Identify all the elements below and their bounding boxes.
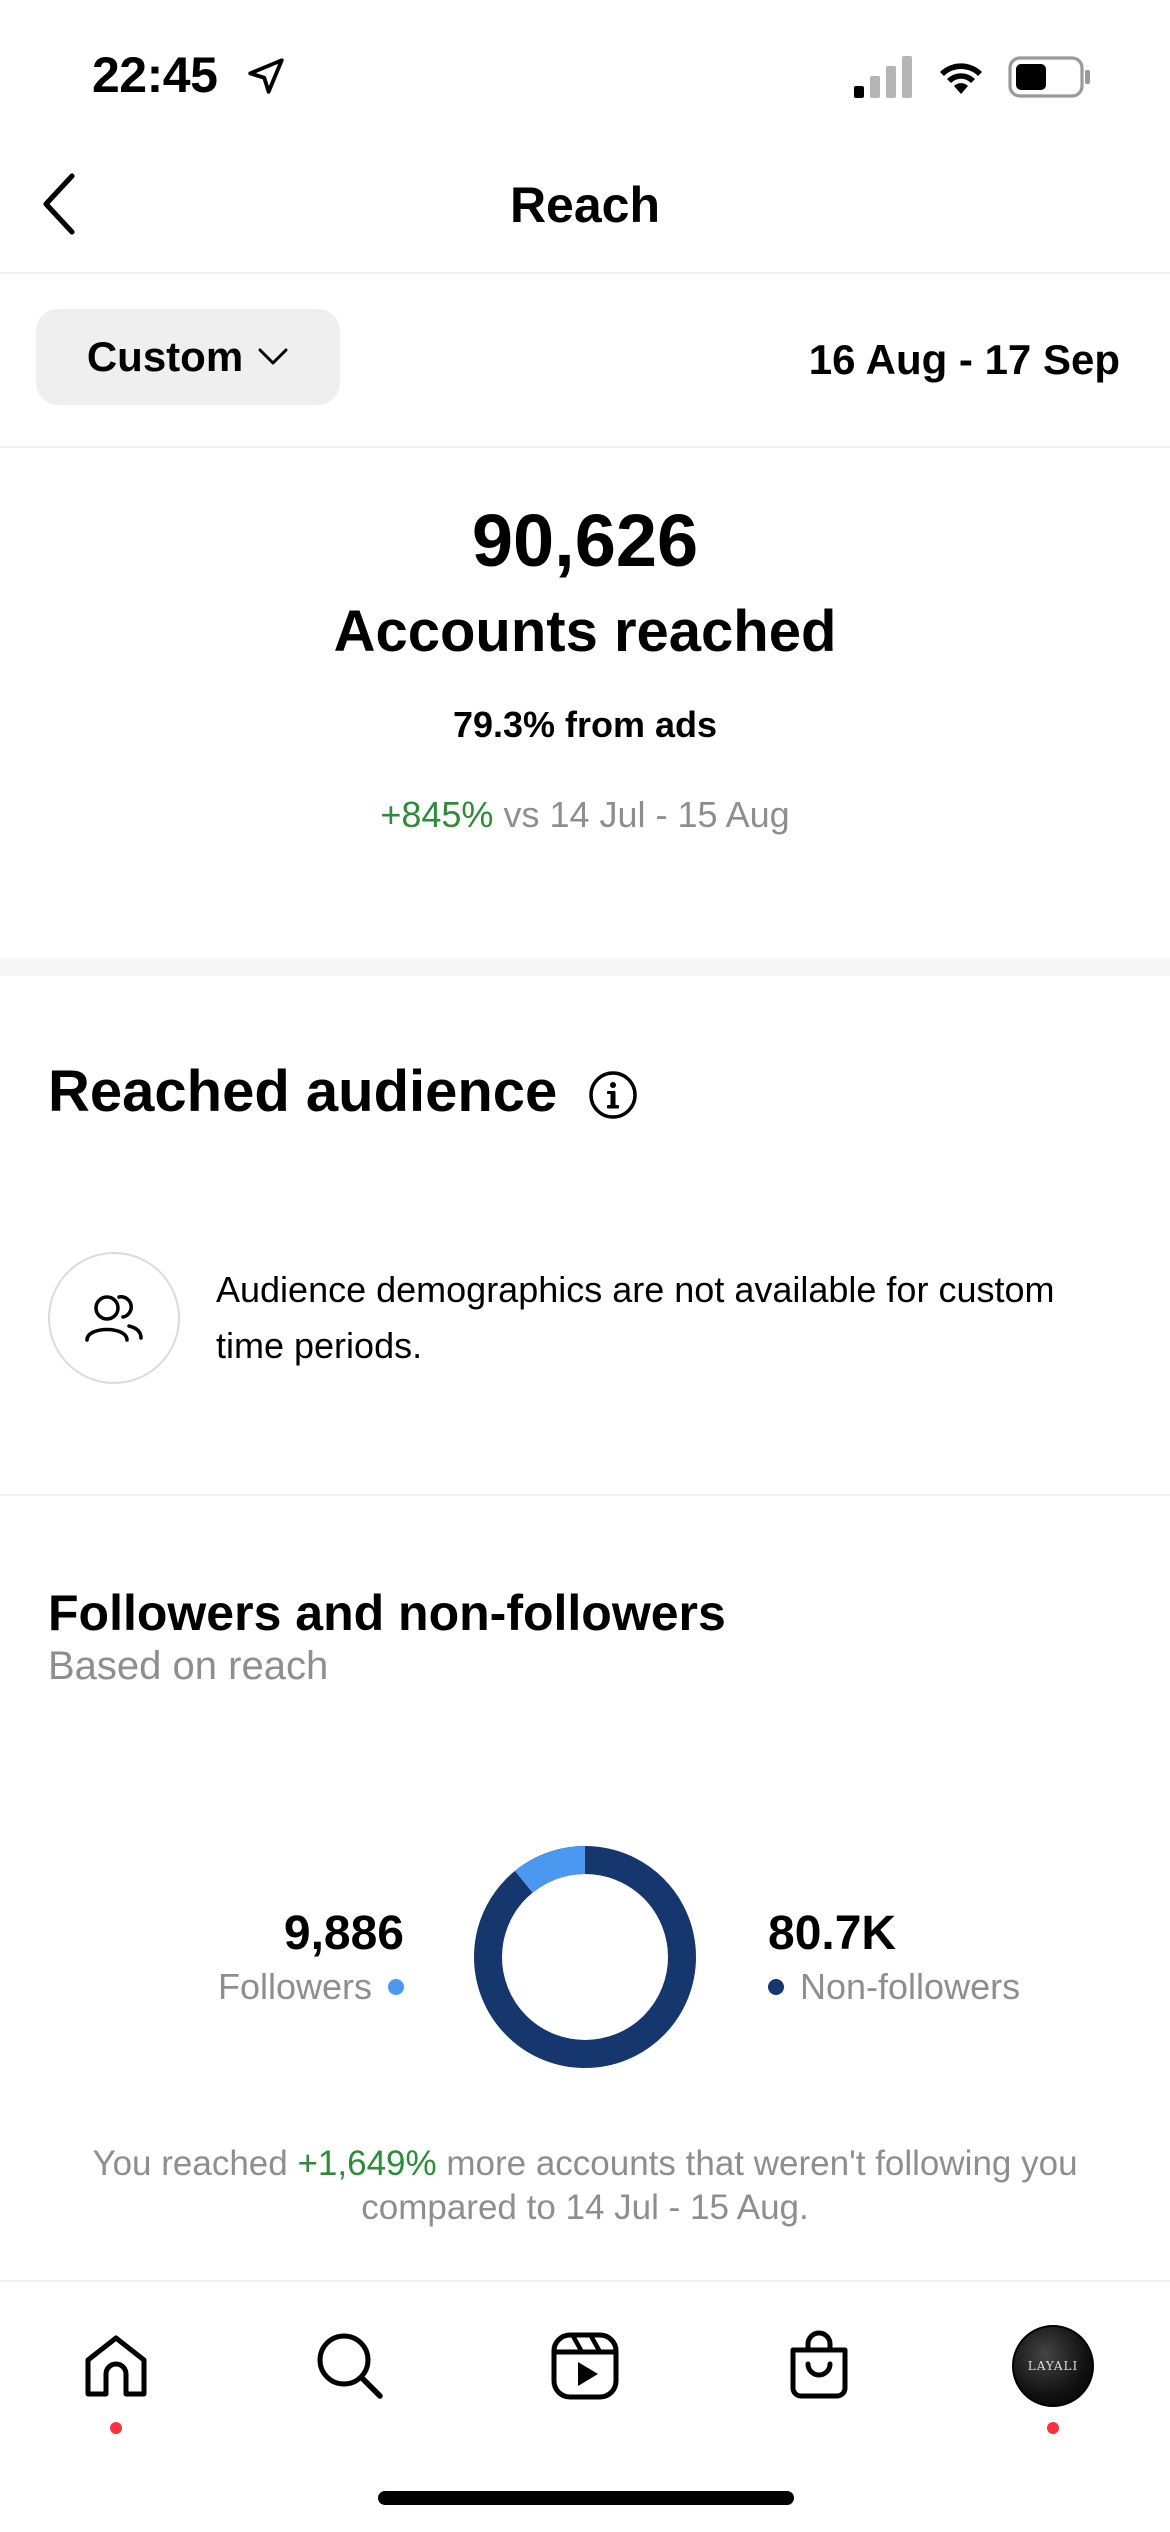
followers-value: 9,886 bbox=[283, 1907, 404, 1960]
people-icon bbox=[85, 1295, 143, 1342]
followers-label: Followers bbox=[217, 1966, 372, 2007]
date-filter-dropdown[interactable]: Custom bbox=[36, 309, 340, 405]
followers-section-title: Followers and non-followers bbox=[48, 1585, 726, 1641]
followers-section-subtitle: Based on reach bbox=[48, 1644, 329, 1688]
page-title: Reach bbox=[509, 177, 661, 233]
date-filter-label: Custom bbox=[86, 333, 244, 380]
profile-avatar: LAYALI bbox=[1012, 2325, 1094, 2407]
date-range-text: 16 Aug - 17 Sep bbox=[808, 336, 1120, 383]
home-icon bbox=[85, 2335, 147, 2397]
reach-summary: 90,626 Accounts reached 79.3% from ads +… bbox=[0, 450, 1170, 958]
non-followers-growth-note: You reached +1,649% more accounts that w… bbox=[60, 2142, 1110, 2230]
info-icon[interactable] bbox=[588, 1070, 638, 1120]
non-followers-label: Non-followers bbox=[800, 1966, 1021, 2007]
note-suffix: more accounts that weren't following you… bbox=[361, 2144, 1078, 2227]
wifi-icon bbox=[940, 63, 982, 94]
reels-icon bbox=[551, 2332, 619, 2400]
tab-search[interactable] bbox=[306, 2322, 394, 2410]
search-icon bbox=[317, 2333, 383, 2399]
reached-audience-title: Reached audience bbox=[48, 1059, 558, 1124]
battery-icon bbox=[1008, 56, 1090, 98]
section-divider bbox=[0, 1494, 1170, 1496]
chevron-down-icon bbox=[258, 348, 288, 365]
non-followers-dot bbox=[768, 1979, 784, 1995]
tab-profile[interactable]: LAYALI bbox=[1009, 2322, 1097, 2434]
navigation-bar: Reach bbox=[0, 150, 1170, 274]
notification-dot bbox=[110, 2422, 122, 2434]
tab-home[interactable] bbox=[72, 2322, 160, 2434]
tab-reels[interactable] bbox=[541, 2322, 629, 2410]
non-followers-segment bbox=[474, 1846, 696, 2068]
followers-legend: Followers bbox=[218, 1966, 404, 2008]
change-percent: +845% bbox=[380, 794, 494, 835]
notification-dot bbox=[1047, 2422, 1059, 2434]
accounts-reached-label: Accounts reached bbox=[333, 599, 837, 664]
note-highlight: +1,649% bbox=[297, 2144, 437, 2183]
followers-dot bbox=[388, 1979, 404, 1995]
comparison-text: +845% vs 14 Jul - 15 Aug bbox=[0, 794, 1170, 836]
non-followers-legend: Non-followers bbox=[768, 1966, 1020, 2008]
non-followers-value: 80.7K bbox=[768, 1907, 897, 1960]
followers-donut-chart bbox=[474, 1846, 696, 2068]
demographics-unavailable-message: Audience demographics are not available … bbox=[216, 1269, 1055, 1366]
shop-icon bbox=[790, 2330, 848, 2399]
tab-shop[interactable] bbox=[775, 2322, 863, 2410]
cellular-signal-icon bbox=[854, 56, 912, 98]
status-time: 22:45 bbox=[92, 47, 218, 103]
comparison-period: vs 14 Jul - 15 Aug bbox=[503, 794, 790, 835]
from-ads-text: 79.3% from ads bbox=[452, 704, 718, 745]
home-indicator bbox=[378, 2491, 794, 2505]
note-prefix: You reached bbox=[92, 2144, 288, 2183]
people-icon-container bbox=[48, 1252, 180, 1384]
avatar-logo-text: LAYALI bbox=[1027, 2359, 1079, 2373]
section-divider bbox=[0, 958, 1170, 976]
accounts-reached-value: 90,626 bbox=[471, 499, 699, 582]
location-arrow-icon bbox=[248, 58, 284, 94]
filter-bar: Custom 16 Aug - 17 Sep bbox=[0, 274, 1170, 448]
status-bar: 22:45 bbox=[0, 0, 1170, 150]
